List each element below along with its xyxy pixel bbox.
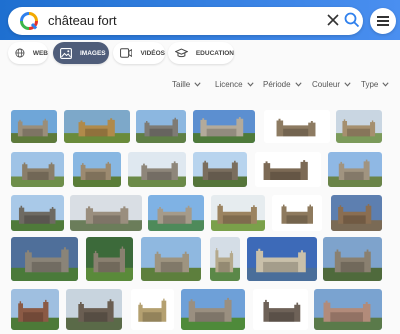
castle-thumbnail: [193, 152, 247, 187]
castle-thumbnail: [11, 289, 59, 330]
search-icon[interactable]: [344, 12, 360, 28]
castle-thumbnail: [336, 110, 382, 143]
image-result[interactable]: [73, 152, 121, 187]
filter-bar: Taille Licence Période Couleur Type: [0, 80, 400, 92]
clear-icon[interactable]: [326, 13, 340, 27]
filter-color-label: Couleur: [312, 80, 341, 89]
tab-videos[interactable]: VIDÉOS: [113, 42, 165, 64]
image-result[interactable]: [181, 289, 245, 330]
castle-thumbnail: [136, 110, 186, 143]
image-result[interactable]: [131, 289, 174, 330]
tab-images[interactable]: IMAGES: [53, 42, 109, 64]
tab-web-label: WEB: [32, 49, 48, 57]
filter-license[interactable]: Licence: [215, 80, 254, 89]
image-result[interactable]: [253, 289, 308, 330]
filter-period-label: Période: [263, 80, 291, 89]
filter-period[interactable]: Période: [263, 80, 302, 89]
image-result[interactable]: [331, 195, 382, 231]
filter-type[interactable]: Type: [361, 80, 389, 89]
image-result[interactable]: [11, 110, 57, 143]
castle-thumbnail: [11, 195, 64, 231]
filter-type-label: Type: [361, 80, 379, 89]
image-result[interactable]: [11, 289, 59, 330]
filter-size[interactable]: Taille: [172, 80, 201, 89]
filter-color[interactable]: Couleur: [312, 80, 351, 89]
castle-thumbnail: [272, 195, 322, 231]
castle-thumbnail: [64, 110, 130, 143]
chevron-down-icon: [194, 82, 201, 87]
tab-education-label: EDUCATION: [195, 49, 234, 57]
qwant-logo-icon: [20, 12, 38, 30]
castle-thumbnail: [86, 237, 133, 281]
image-result[interactable]: [336, 110, 382, 143]
tab-images-label: IMAGES: [80, 49, 106, 57]
image-result[interactable]: [328, 152, 382, 187]
image-result[interactable]: [141, 237, 201, 281]
menu-icon: [377, 16, 389, 18]
image-result[interactable]: [11, 152, 64, 187]
castle-thumbnail: [328, 152, 382, 187]
image-result[interactable]: [193, 110, 255, 143]
chevron-down-icon: [294, 82, 302, 87]
chevron-down-icon: [246, 82, 254, 87]
image-result[interactable]: [11, 195, 64, 231]
image-result[interactable]: [211, 195, 265, 231]
castle-thumbnail: [148, 195, 204, 231]
castle-thumbnail: [255, 152, 321, 187]
filter-size-label: Taille: [172, 80, 191, 89]
image-icon: [60, 47, 72, 59]
tab-web[interactable]: WEB: [8, 42, 48, 64]
image-result[interactable]: [255, 152, 321, 187]
castle-thumbnail: [210, 237, 240, 281]
castle-thumbnail: [211, 195, 265, 231]
image-result[interactable]: [210, 237, 240, 281]
image-result[interactable]: [272, 195, 322, 231]
castle-thumbnail: [323, 237, 382, 281]
castle-thumbnail: [128, 152, 186, 187]
search-input[interactable]: château fort: [48, 13, 117, 28]
chevron-down-icon: [344, 82, 351, 87]
castle-thumbnail: [141, 237, 201, 281]
image-result[interactable]: [66, 289, 122, 330]
castle-thumbnail: [131, 289, 174, 330]
tab-videos-label: VIDÉOS: [140, 49, 165, 57]
castle-thumbnail: [70, 195, 142, 231]
tab-education[interactable]: EDUCATION: [168, 42, 234, 64]
castle-thumbnail: [181, 289, 245, 330]
image-result[interactable]: [86, 237, 133, 281]
image-result[interactable]: [314, 289, 382, 330]
image-result[interactable]: [323, 237, 382, 281]
image-result[interactable]: [264, 110, 330, 143]
castle-thumbnail: [11, 152, 64, 187]
graduation-cap-icon: [175, 48, 188, 58]
image-result[interactable]: [247, 237, 317, 281]
castle-thumbnail: [11, 110, 57, 143]
castle-thumbnail: [331, 195, 382, 231]
image-result[interactable]: [64, 110, 130, 143]
castle-thumbnail: [314, 289, 382, 330]
castle-thumbnail: [66, 289, 122, 330]
chevron-down-icon: [382, 82, 389, 87]
image-result[interactable]: [70, 195, 142, 231]
image-result[interactable]: [136, 110, 186, 143]
image-result[interactable]: [11, 237, 78, 281]
castle-thumbnail: [73, 152, 121, 187]
castle-thumbnail: [11, 237, 78, 281]
globe-icon: [15, 48, 25, 58]
image-result[interactable]: [128, 152, 186, 187]
filter-license-label: Licence: [215, 80, 243, 89]
video-icon: [120, 48, 133, 58]
menu-button[interactable]: [370, 8, 396, 34]
castle-thumbnail: [253, 289, 308, 330]
image-result[interactable]: [193, 152, 247, 187]
castle-thumbnail: [247, 237, 317, 281]
search-box[interactable]: château fort: [8, 7, 363, 35]
castle-thumbnail: [264, 110, 330, 143]
castle-thumbnail: [193, 110, 255, 143]
image-result[interactable]: [148, 195, 204, 231]
